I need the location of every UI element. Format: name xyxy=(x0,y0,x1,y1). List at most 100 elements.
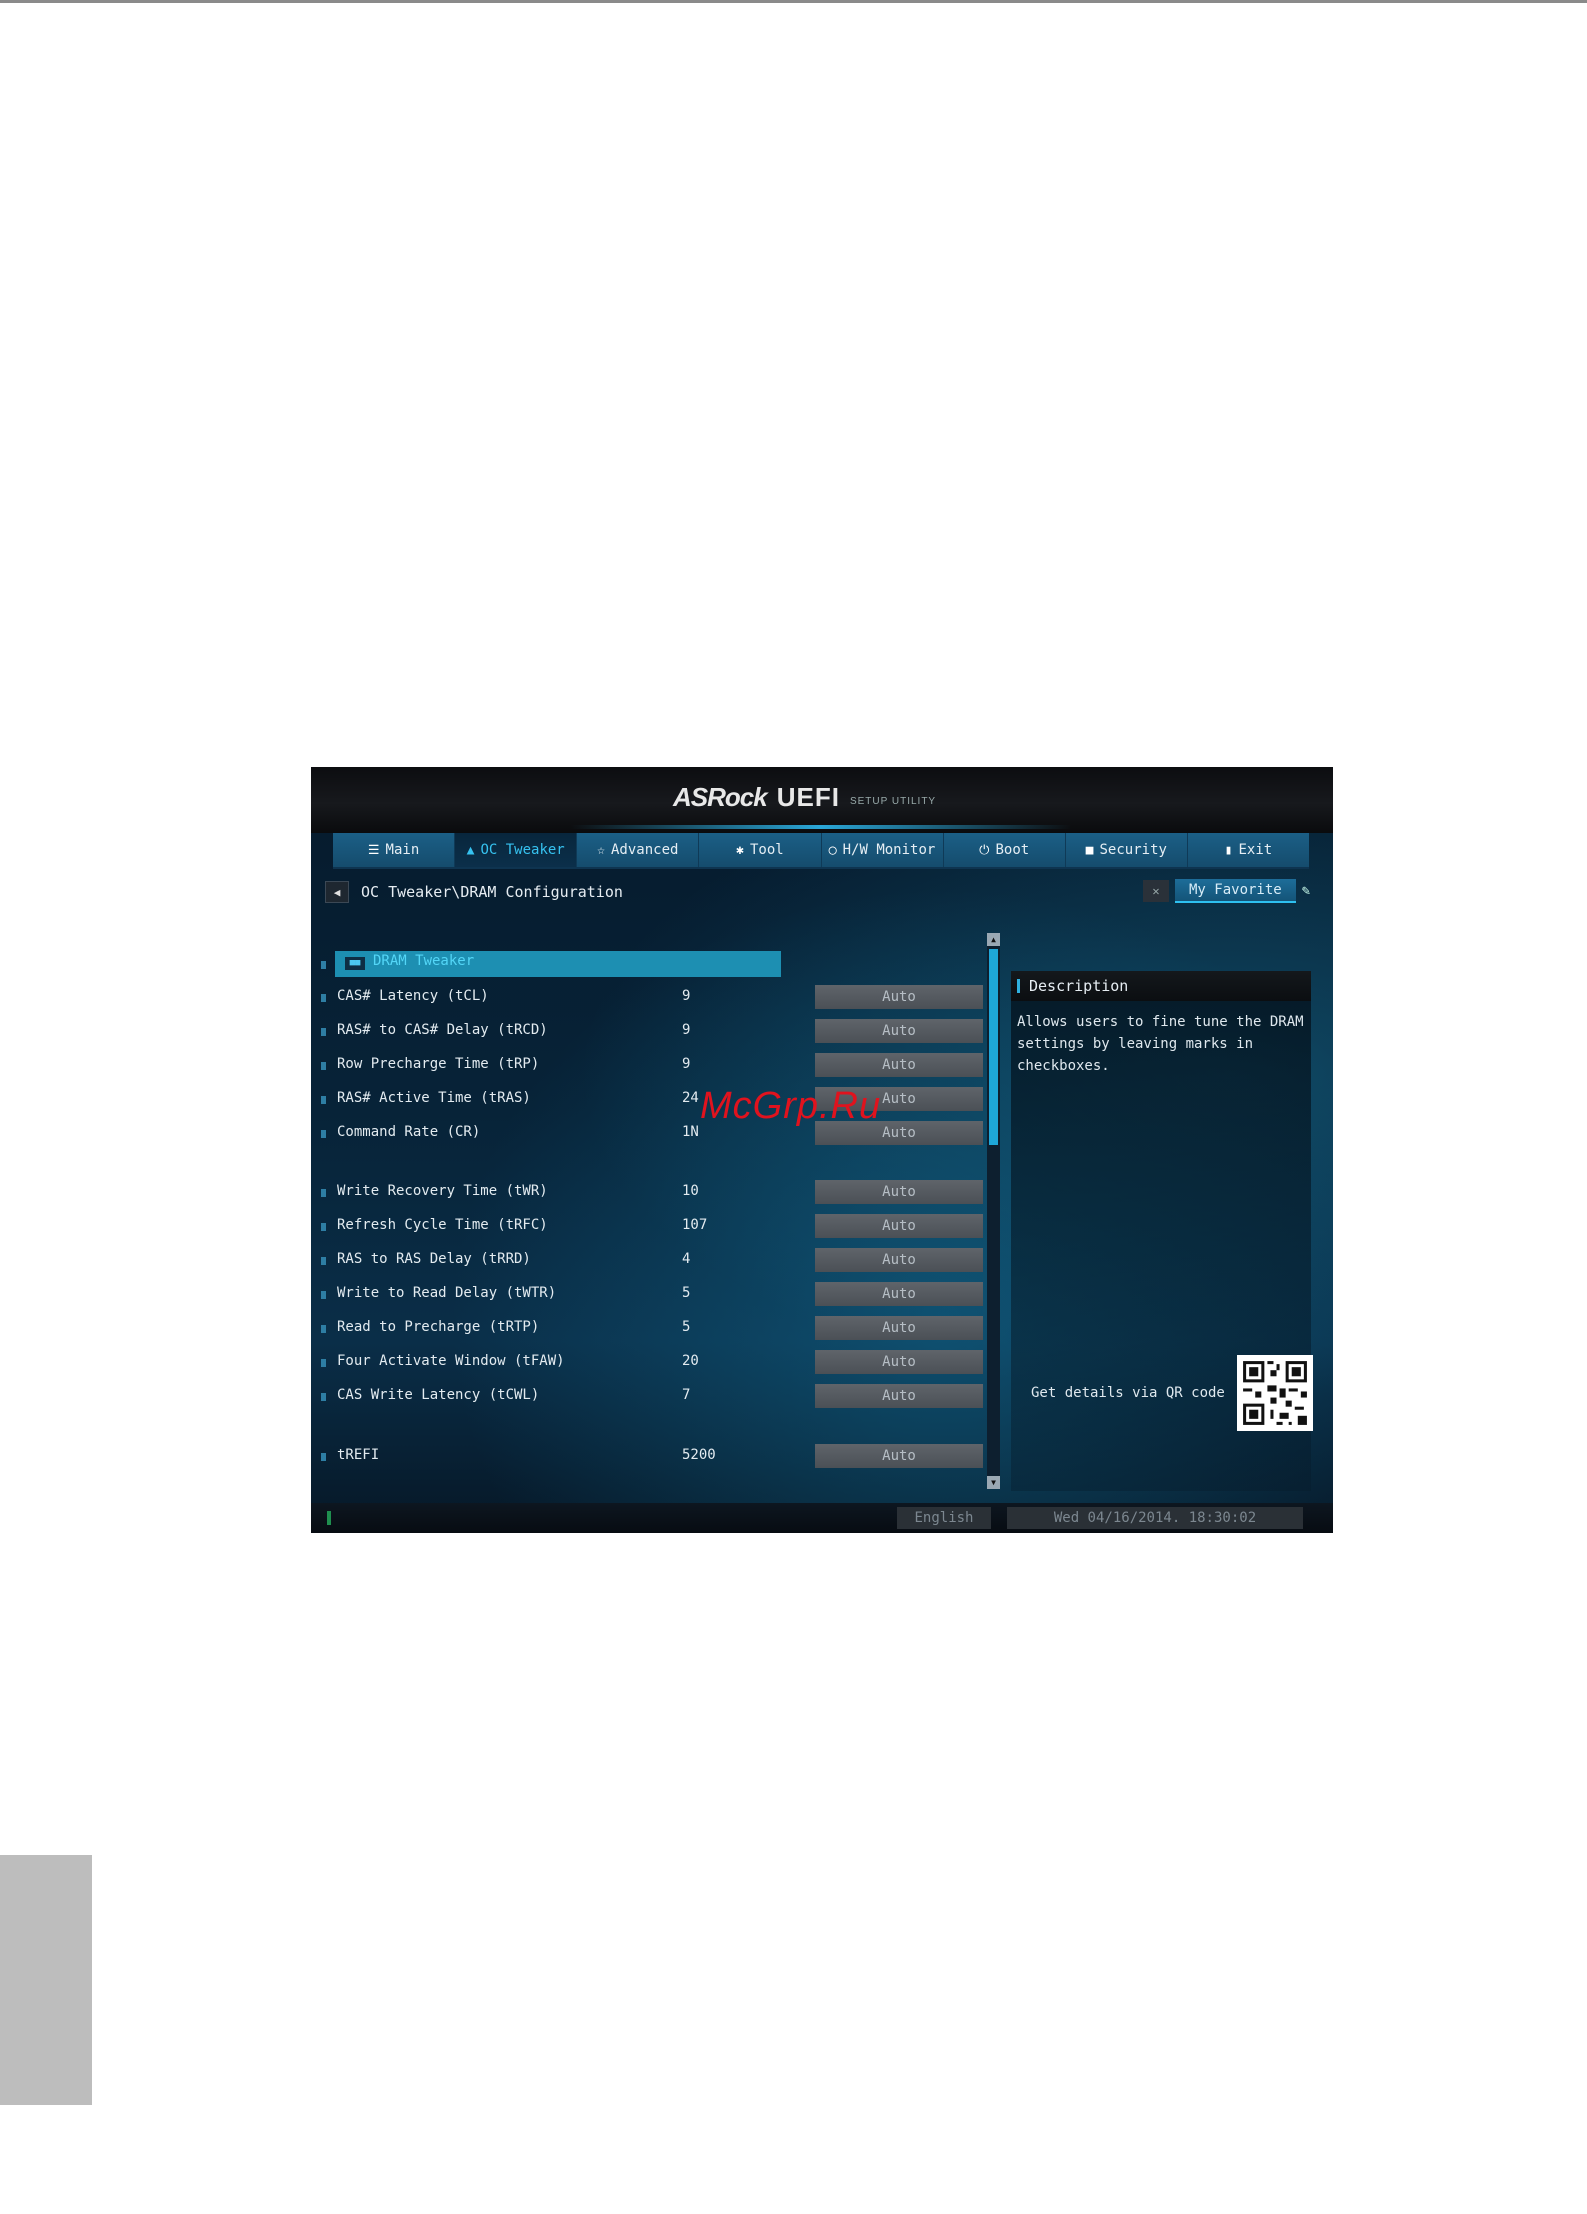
section-dram-tweaker[interactable]: ■■ DRAM Tweaker xyxy=(321,951,781,977)
tab-advanced-label: Advanced xyxy=(611,842,679,858)
date-time-display: Wed 04/16/2014. 18:30:02 xyxy=(1007,1507,1303,1529)
row-bullet xyxy=(321,961,326,969)
status-indicator xyxy=(327,1511,331,1525)
row-bullet xyxy=(321,1257,326,1265)
tab-tool[interactable]: ✱ Tool xyxy=(699,833,822,867)
setting-row-twtr[interactable]: Write to Read Delay (tWTR) 5 Auto xyxy=(321,1282,983,1308)
pencil-icon[interactable]: ✎ xyxy=(1302,883,1310,899)
tab-main[interactable]: ☰ Main xyxy=(333,833,456,867)
uefi-header: ASRock UEFI SETUP UTILITY xyxy=(311,767,1333,833)
tab-boot[interactable]: ⏻ Boot xyxy=(944,833,1066,867)
setting-label: RAS to RAS Delay (tRRD) xyxy=(337,1251,531,1267)
setting-value: 9 xyxy=(682,1022,691,1038)
breadcrumb-row: ◀ OC Tweaker\DRAM Configuration xyxy=(325,881,623,903)
setting-value: 1N xyxy=(682,1124,699,1140)
setting-option-button[interactable]: Auto xyxy=(815,1019,983,1043)
section-badge: ■■ xyxy=(345,957,365,970)
close-icon: ✕ xyxy=(1152,884,1160,898)
power-icon: ⏻ xyxy=(979,842,990,858)
tab-security[interactable]: ■ Security xyxy=(1066,833,1188,867)
setting-value: 20 xyxy=(682,1353,699,1369)
setting-option-button[interactable]: Auto xyxy=(815,1248,983,1272)
logo-product: UEFI xyxy=(776,782,840,812)
setting-option-button[interactable]: Auto xyxy=(815,985,983,1009)
setting-option-button[interactable]: Auto xyxy=(815,1282,983,1306)
tab-hw-monitor[interactable]: ◯ H/W Monitor xyxy=(822,833,944,867)
asrock-logo: ASRock UEFI SETUP UTILITY xyxy=(673,779,973,813)
shield-icon: ■ xyxy=(1085,842,1094,858)
scroll-up-button[interactable]: ▲ xyxy=(987,933,1000,946)
tab-exit-label: Exit xyxy=(1238,842,1273,858)
my-favorite-button[interactable]: My Favorite xyxy=(1175,879,1296,903)
setting-option-button[interactable]: Auto xyxy=(815,1053,983,1077)
setting-label: Write Recovery Time (tWR) xyxy=(337,1183,548,1199)
setting-option-button[interactable]: Auto xyxy=(815,1180,983,1204)
tab-advanced[interactable]: ☆ Advanced xyxy=(577,833,700,867)
description-panel: Description Allows users to fine tune th… xyxy=(1011,971,1313,1491)
setting-row-tfaw[interactable]: Four Activate Window (tFAW) 20 Auto xyxy=(321,1350,983,1376)
tab-oc-tweaker-label: OC Tweaker xyxy=(480,842,565,858)
language-button[interactable]: English xyxy=(897,1507,991,1529)
row-bullet xyxy=(321,1028,326,1036)
setting-option-button[interactable]: Auto xyxy=(815,1214,983,1238)
setting-row-trrd[interactable]: RAS to RAS Delay (tRRD) 4 Auto xyxy=(321,1248,983,1274)
breadcrumb: OC Tweaker\DRAM Configuration xyxy=(361,883,623,901)
main-tab-bar: ☰ Main ▲ OC Tweaker ☆ Advanced ✱ Tool ◯ H/W M… xyxy=(333,833,1309,869)
tab-oc-tweaker[interactable]: ▲ OC Tweaker xyxy=(455,833,578,867)
row-bullet xyxy=(321,994,326,1002)
setting-label: CAS Write Latency (tCWL) xyxy=(337,1387,540,1403)
flame-icon: ▲ xyxy=(466,842,475,858)
settings-scrollbar[interactable]: ▲ ▼ xyxy=(987,933,1000,1489)
arrow-up-icon: ▲ xyxy=(991,935,996,944)
section-label: DRAM Tweaker xyxy=(373,953,475,969)
setting-row-tcwl[interactable]: CAS Write Latency (tCWL) 7 Auto xyxy=(321,1384,983,1410)
setting-row-twr[interactable]: Write Recovery Time (tWR) 10 Auto xyxy=(321,1180,983,1206)
setting-option-button[interactable]: Auto xyxy=(815,1350,983,1374)
row-bullet xyxy=(321,1393,326,1401)
description-text: Allows users to fine tune the DRAM setti… xyxy=(1017,1014,1304,1074)
favorite-controls: ✕ My Favorite ✎ xyxy=(1143,879,1310,903)
tab-main-label: Main xyxy=(385,842,420,858)
setting-row-trcd[interactable]: RAS# to CAS# Delay (tRCD) 9 Auto xyxy=(321,1019,983,1045)
setting-value: 5 xyxy=(682,1285,691,1301)
setting-row-trfc[interactable]: Refresh Cycle Time (tRFC) 107 Auto xyxy=(321,1214,983,1240)
setting-row-tcl[interactable]: CAS# Latency (tCL) 9 Auto xyxy=(321,985,983,1011)
setting-value: 5200 xyxy=(682,1447,716,1463)
setting-label: Write to Read Delay (tWTR) xyxy=(337,1285,557,1301)
setting-row-trefi[interactable]: tREFI 5200 Auto xyxy=(321,1444,983,1470)
page-side-tab xyxy=(0,1855,92,2105)
setting-label: CAS# Latency (tCL) xyxy=(337,988,489,1004)
setting-option-button[interactable]: Auto xyxy=(815,1384,983,1408)
row-bullet xyxy=(321,1130,326,1138)
watermark: McGrp.Ru xyxy=(700,1085,882,1127)
setting-value: 4 xyxy=(682,1251,691,1267)
back-button[interactable]: ◀ xyxy=(325,881,349,903)
description-title: Description xyxy=(1029,977,1129,995)
tab-exit[interactable]: ▮ Exit xyxy=(1188,833,1309,867)
uefi-setup-screen: ASRock UEFI SETUP UTILITY ☰ Main ▲ OC Twea… xyxy=(311,767,1333,1533)
setting-option-button[interactable]: Auto xyxy=(815,1316,983,1340)
setting-value: 5 xyxy=(682,1319,691,1335)
setting-label: Four Activate Window (tFAW) xyxy=(337,1353,565,1369)
setting-value: 9 xyxy=(682,988,691,1004)
setting-value: 24 xyxy=(682,1090,699,1106)
setting-option-button[interactable]: Auto xyxy=(815,1444,983,1468)
favorite-toggle-button[interactable]: ✕ xyxy=(1143,880,1169,902)
qr-code xyxy=(1237,1355,1313,1431)
page-top-rule xyxy=(0,0,1587,3)
qr-code-icon xyxy=(1237,1355,1313,1431)
scroll-down-button[interactable]: ▼ xyxy=(987,1476,1000,1489)
tool-icon: ✱ xyxy=(736,842,744,858)
tab-hw-monitor-label: H/W Monitor xyxy=(842,842,936,858)
setting-label: Row Precharge Time (tRP) xyxy=(337,1056,540,1072)
row-bullet xyxy=(321,1453,326,1461)
row-bullet xyxy=(321,1291,326,1299)
row-bullet xyxy=(321,1062,326,1070)
qr-code-label: Get details via QR code xyxy=(1031,1385,1225,1401)
header-glow xyxy=(571,825,1071,829)
setting-row-trp[interactable]: Row Precharge Time (tRP) 9 Auto xyxy=(321,1053,983,1079)
scrollbar-thumb[interactable] xyxy=(989,949,998,1145)
setting-row-trtp[interactable]: Read to Precharge (tRTP) 5 Auto xyxy=(321,1316,983,1342)
arrow-down-icon: ▼ xyxy=(991,1478,996,1487)
setting-value: 10 xyxy=(682,1183,699,1199)
